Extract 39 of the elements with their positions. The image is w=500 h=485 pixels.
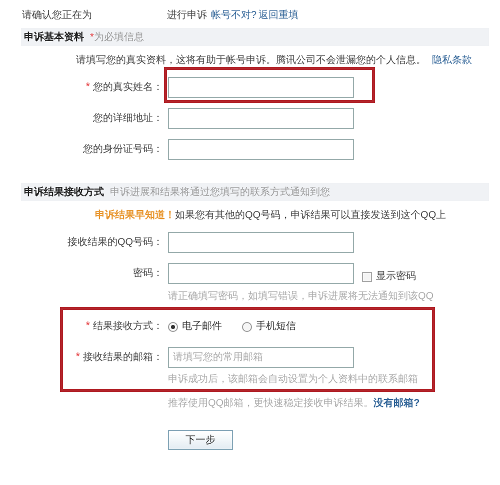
required-mark: * <box>86 80 90 96</box>
field-label: 接收结果的QQ号码： <box>67 236 163 250</box>
checkbox[interactable] <box>362 272 372 282</box>
text-field[interactable] <box>168 108 354 129</box>
text-field[interactable] <box>168 77 354 98</box>
text-field[interactable] <box>168 263 354 284</box>
section-subtitle: 申诉进展和结果将通过您填写的联系方式通知到您 <box>110 186 330 200</box>
required-mark: * <box>86 319 90 334</box>
intro-text: 请填写您的真实资料，这将有助于帐号申诉。腾讯公司不会泄漏您的个人信息。 <box>76 54 426 68</box>
section-title: 申诉基本资料 <box>24 30 84 44</box>
wrong-account-text: 帐号不对? <box>211 8 257 23</box>
radio-button[interactable] <box>168 322 178 332</box>
section-title: 申诉结果接收方式 <box>24 185 104 200</box>
radio-option[interactable]: 电子邮件 <box>168 319 222 334</box>
no-email-link[interactable]: 没有邮箱? <box>374 396 420 410</box>
show-password-checkbox[interactable]: 显示密码 <box>362 269 416 284</box>
text-field[interactable]: 请填写您的常用邮箱 <box>168 347 354 368</box>
privacy-link[interactable]: 隐私条款 <box>432 52 472 68</box>
next-button[interactable]: 下一步 <box>168 430 233 450</box>
password-hint: 请正确填写密码，如填写错误，申诉进展将无法通知到该QQ <box>168 290 434 304</box>
radio-option[interactable]: 手机短信 <box>242 319 296 334</box>
text-field[interactable] <box>168 232 354 253</box>
field-label: 密码： <box>133 266 163 281</box>
field-label: 您的详细地址： <box>93 112 163 126</box>
required-mark: * <box>76 350 80 366</box>
required-note: *为必填信息 <box>90 30 144 44</box>
back-link[interactable]: 返回重填 <box>258 8 299 23</box>
field-label: 结果接收方式： <box>93 320 163 334</box>
email-hint: 申诉成功后，该邮箱会自动设置为个人资料中的联系邮箱 <box>168 372 418 386</box>
field-label: 您的真实姓名： <box>93 80 163 95</box>
recommend-text: 推荐使用QQ邮箱，更快速稳定接收申诉结果。 <box>168 396 374 410</box>
notice-text: 如果您有其他的QQ号码，申诉结果可以直接发送到这个QQ上 <box>175 208 446 222</box>
text-field[interactable] <box>168 139 354 160</box>
field-label: 接收结果的邮箱： <box>83 350 163 365</box>
field-label: 您的身份证号码： <box>83 143 163 157</box>
confirm-text: 请确认您正在为 <box>22 8 92 23</box>
action-text: 进行申诉 <box>167 8 207 23</box>
radio-button[interactable] <box>242 322 252 332</box>
notice-highlight: 申诉结果早知道！ <box>95 208 175 222</box>
